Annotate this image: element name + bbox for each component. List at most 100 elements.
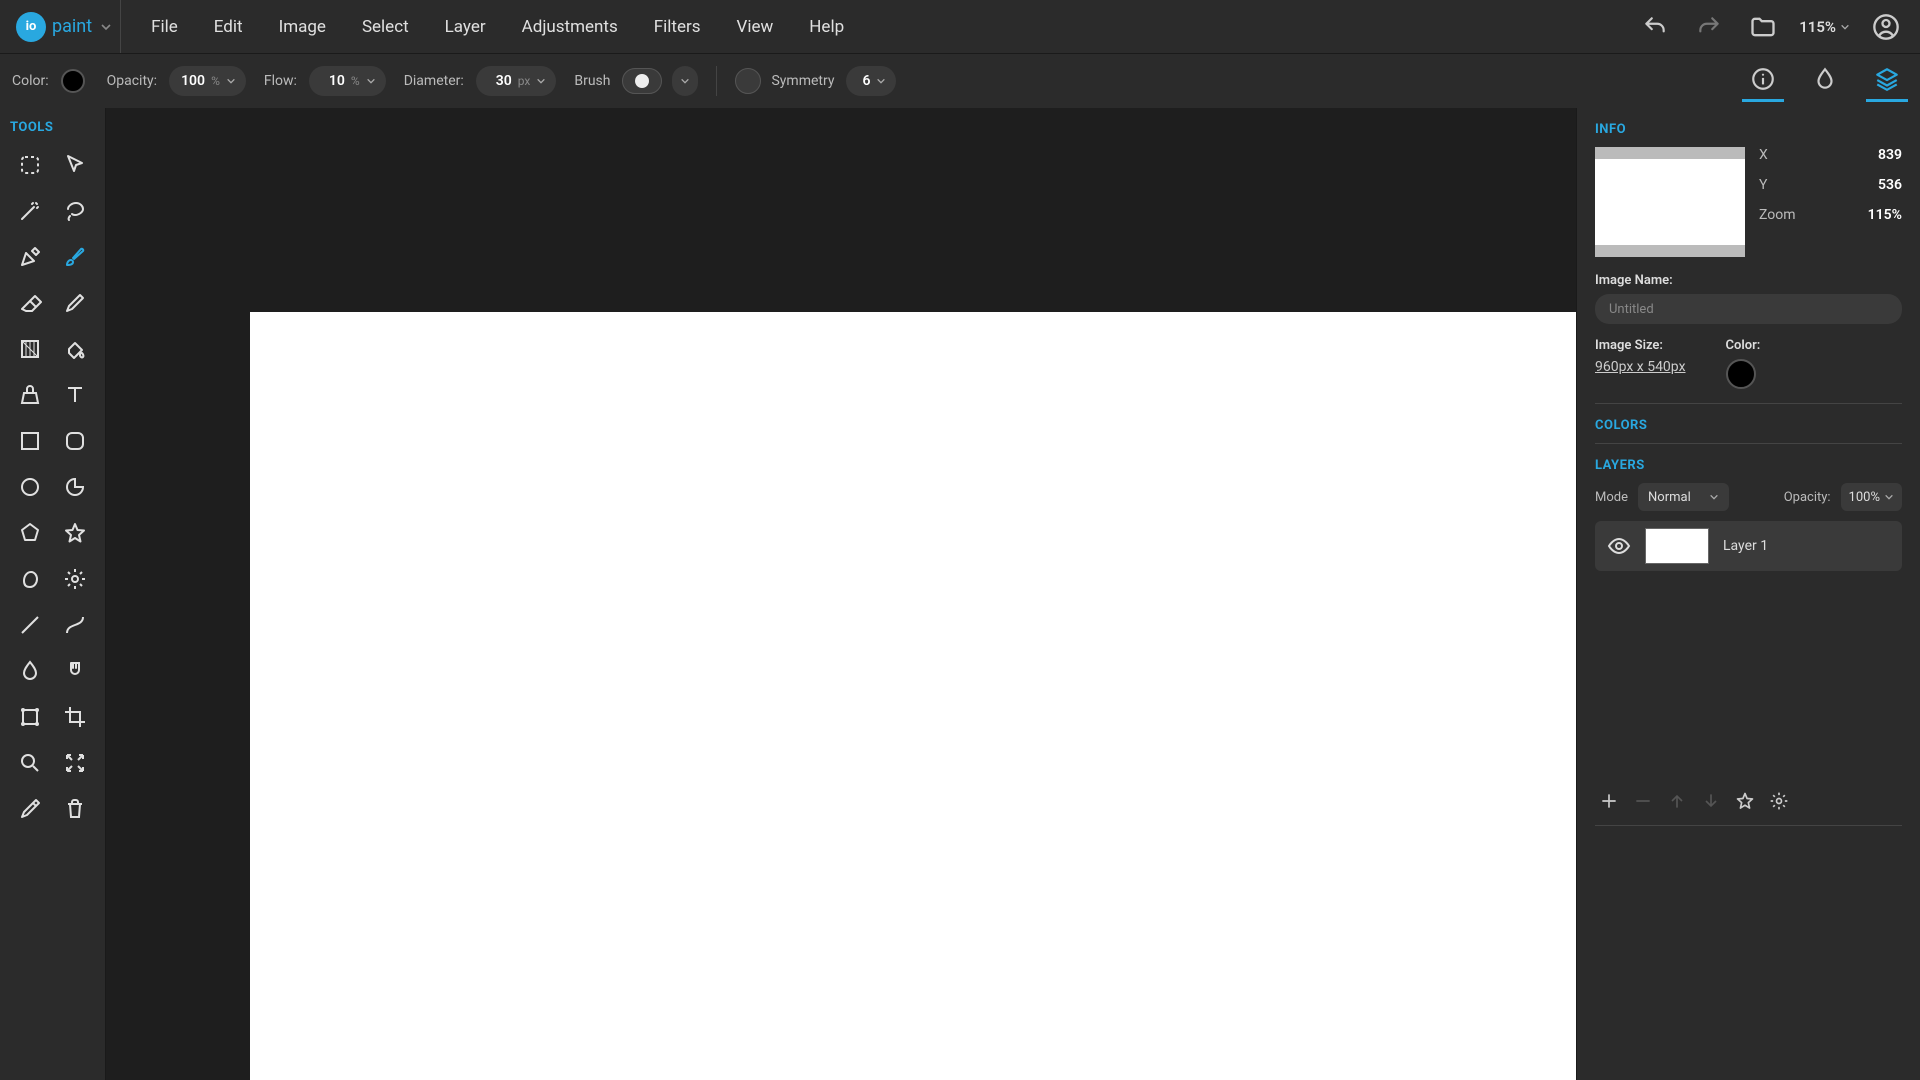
opt-flow-unit: % (351, 74, 360, 88)
opt-brush-preview[interactable] (622, 68, 662, 94)
menubar-right: 115% (1637, 9, 1912, 45)
tool-smudge[interactable] (56, 651, 96, 691)
tool-move[interactable] (56, 145, 96, 185)
tool-line[interactable] (10, 605, 50, 645)
tool-marquee[interactable] (10, 145, 50, 185)
toolbox: TOOLS (0, 108, 106, 1080)
opt-symmetry-preview[interactable] (735, 68, 761, 94)
tool-gradient[interactable] (10, 329, 50, 369)
chevron-down-icon (876, 76, 886, 86)
menu-view[interactable]: View (719, 0, 792, 54)
layer-visibility-toggle[interactable] (1607, 534, 1631, 558)
tool-gear[interactable] (56, 559, 96, 599)
layer-effects-button[interactable] (1735, 791, 1755, 811)
tool-lasso[interactable] (56, 191, 96, 231)
menu-layer[interactable]: Layer (427, 0, 504, 54)
layer-settings-button[interactable] (1769, 791, 1789, 811)
options-bar: Color: Opacity: 100 % Flow: 10 % Diamete… (0, 54, 1920, 108)
menu-file[interactable]: File (133, 0, 196, 54)
opt-diameter-input[interactable]: 30 px (476, 66, 557, 96)
opt-opacity-label: Opacity: (107, 73, 157, 89)
menu-adjustments[interactable]: Adjustments (504, 0, 636, 54)
tool-blur[interactable] (10, 651, 50, 691)
zoom-display[interactable]: 115% (1799, 18, 1850, 36)
tool-fill[interactable] (56, 329, 96, 369)
divider (1595, 443, 1902, 444)
opt-diameter-unit: px (518, 74, 531, 88)
tool-text[interactable] (56, 375, 96, 415)
tool-polygon[interactable] (10, 513, 50, 553)
tool-eyedropper[interactable] (10, 789, 50, 829)
info-y-value: 536 (1878, 177, 1902, 193)
opt-symmetry-label: Symmetry (771, 73, 834, 89)
tool-rounded-rectangle[interactable] (56, 421, 96, 461)
layer-move-up-button[interactable] (1667, 791, 1687, 811)
info-x-value: 839 (1878, 147, 1902, 163)
menu-select[interactable]: Select (344, 0, 427, 54)
tool-pie[interactable] (56, 467, 96, 507)
opt-opacity-input[interactable]: 100 % (169, 66, 246, 96)
layer-move-down-button[interactable] (1701, 791, 1721, 811)
tool-brush[interactable] (56, 237, 96, 277)
info-coords: X839 Y536 Zoom115% (1759, 147, 1902, 257)
tool-clone[interactable] (10, 375, 50, 415)
menu-help[interactable]: Help (791, 0, 862, 54)
opt-brush-dropdown[interactable] (672, 66, 698, 96)
open-folder-button[interactable] (1745, 9, 1781, 45)
opt-flow-value: 10 (319, 73, 345, 89)
tool-crop[interactable] (56, 697, 96, 737)
menu-filters[interactable]: Filters (636, 0, 719, 54)
right-panel: INFO X839 Y536 Zoom115% Image Name: Unti… (1576, 108, 1920, 1080)
tool-wand[interactable] (10, 191, 50, 231)
layers-opacity-label: Opacity: (1784, 490, 1831, 505)
tool-eraser[interactable] (10, 283, 50, 323)
tool-star[interactable] (56, 513, 96, 553)
tool-delete[interactable] (56, 789, 96, 829)
menu-edit[interactable]: Edit (196, 0, 261, 54)
tool-curve[interactable] (56, 605, 96, 645)
chevron-down-icon (366, 76, 376, 86)
layer-item[interactable]: Layer 1 (1595, 521, 1902, 571)
opt-flow-input[interactable]: 10 % (309, 66, 386, 96)
tool-zoom[interactable] (10, 743, 50, 783)
layer-add-button[interactable] (1599, 791, 1619, 811)
brand[interactable]: io paint (8, 0, 121, 53)
panel-toggle-colors[interactable] (1804, 60, 1846, 102)
tool-rectangle[interactable] (10, 421, 50, 461)
undo-button[interactable] (1637, 9, 1673, 45)
canvas-area[interactable] (106, 108, 1576, 1080)
tool-blob[interactable] (10, 559, 50, 599)
panel-toggle-layers[interactable] (1866, 60, 1908, 102)
image-name-input[interactable]: Untitled (1595, 294, 1902, 324)
tool-pencil[interactable] (56, 283, 96, 323)
layers-opacity-input[interactable]: 100% (1841, 483, 1902, 511)
layer-thumbnail (1645, 528, 1709, 564)
image-size-link[interactable]: 960px x 540px (1595, 359, 1686, 375)
layers-mode-select[interactable]: Normal (1638, 483, 1729, 511)
tool-ellipse[interactable] (10, 467, 50, 507)
toolbox-title: TOOLS (10, 120, 95, 135)
tool-pan[interactable] (56, 743, 96, 783)
colors-section-title[interactable]: COLORS (1595, 418, 1902, 433)
navigator[interactable] (1595, 147, 1745, 257)
info-color-swatch[interactable] (1726, 359, 1756, 389)
tool-pen[interactable] (10, 237, 50, 277)
canvas[interactable] (250, 312, 1576, 1080)
opt-opacity-value: 100 (179, 73, 205, 89)
layer-name: Layer 1 (1723, 538, 1768, 554)
tool-transform[interactable] (10, 697, 50, 737)
main: TOOLS (0, 108, 1920, 1080)
opt-symmetry-input[interactable]: 6 (846, 66, 896, 96)
opt-opacity-unit: % (211, 74, 220, 88)
panel-toggle-info[interactable] (1742, 60, 1784, 102)
opt-color-swatch[interactable] (61, 69, 85, 93)
info-zoom-value: 115% (1868, 207, 1902, 223)
chevron-down-icon (1840, 22, 1850, 32)
menu-items: File Edit Image Select Layer Adjustments… (133, 0, 862, 54)
zoom-value: 115% (1799, 18, 1836, 36)
account-button[interactable] (1868, 9, 1904, 45)
layer-remove-button[interactable] (1633, 791, 1653, 811)
redo-button[interactable] (1691, 9, 1727, 45)
menu-image[interactable]: Image (261, 0, 344, 54)
navigator-viewport (1595, 159, 1745, 245)
